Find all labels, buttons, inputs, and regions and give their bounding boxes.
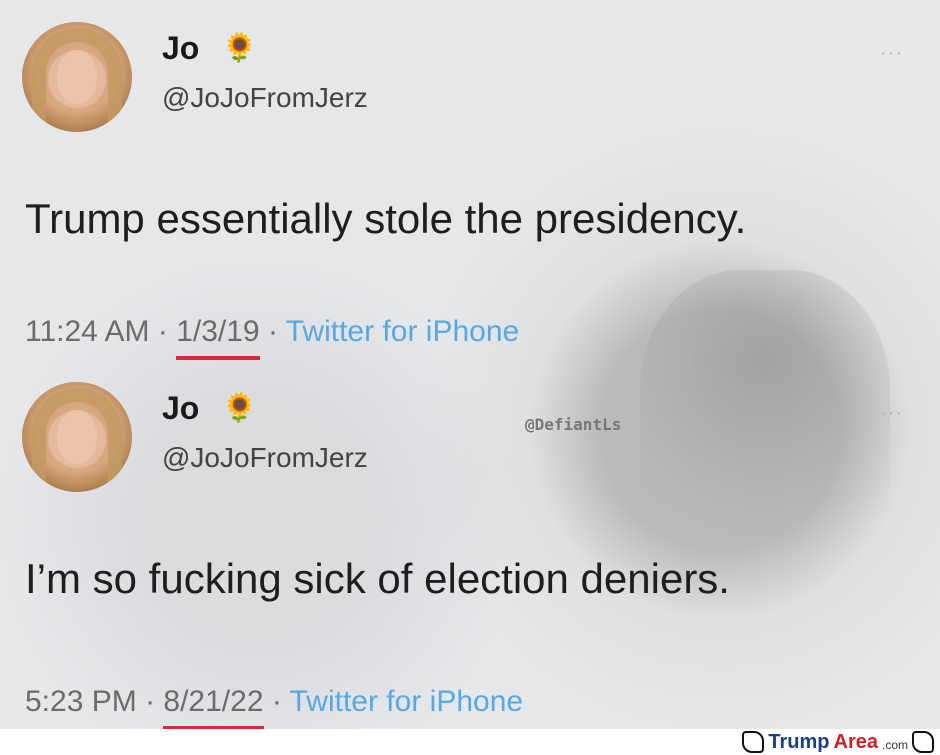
tweet-meta: 5:23 PM · 8/21/22 · Twitter for iPhone [25,685,523,730]
display-name[interactable]: Jo [162,30,199,67]
more-options-icon[interactable]: ··· [880,42,903,65]
tweet-date-text: 1/3/19 [176,315,260,348]
tweet-date-text: 8/21/22 [163,685,264,718]
meta-separator: · [259,315,286,348]
avatar-face [57,410,97,464]
tweet-2: Jo 🌻 @JoJoFromJerz ··· I’m so fucking si… [0,360,940,730]
tweet-source-link[interactable]: Twitter for iPhone [290,685,523,718]
more-options-icon[interactable]: ··· [880,402,903,425]
tweet-time: 11:24 AM [25,315,150,348]
meta-separator: · [263,685,290,718]
cartoon-face-icon [742,731,765,753]
user-handle[interactable]: @JoJoFromJerz [162,82,368,114]
site-logo[interactable]: Trump Area .com [742,730,934,754]
brand-part1: Trump [768,730,830,753]
meta-separator: · [149,315,177,348]
sunflower-icon: 🌻 [222,32,257,63]
sunflower-icon: 🌻 [222,392,257,423]
tweet-text: I’m so fucking sick of election deniers. [25,555,730,602]
cartoon-face-icon [912,731,934,753]
brand-part2: Area [833,730,878,753]
display-name[interactable]: Jo [162,390,199,427]
site-footer: Trump Area .com [0,729,940,755]
brand-suffix: .com [881,738,908,752]
tweet-text: Trump essentially stole the presidency. [25,195,747,242]
tweet-source-link[interactable]: Twitter for iPhone [286,315,519,348]
tweet-date[interactable]: 8/21/22 [163,685,264,730]
tweet-date[interactable]: 1/3/19 [176,315,260,360]
tweet-1: Jo 🌻 @JoJoFromJerz ··· Trump essentially… [0,0,940,380]
meta-separator: · [136,685,164,718]
watermark: @DefiantLs [525,415,622,434]
avatar-face [57,50,97,104]
avatar[interactable] [22,382,132,492]
tweet-time: 5:23 PM [25,685,137,718]
user-handle[interactable]: @JoJoFromJerz [162,442,368,474]
tweet-meta: 11:24 AM · 1/3/19 · Twitter for iPhone [25,315,519,360]
avatar[interactable] [22,22,132,132]
